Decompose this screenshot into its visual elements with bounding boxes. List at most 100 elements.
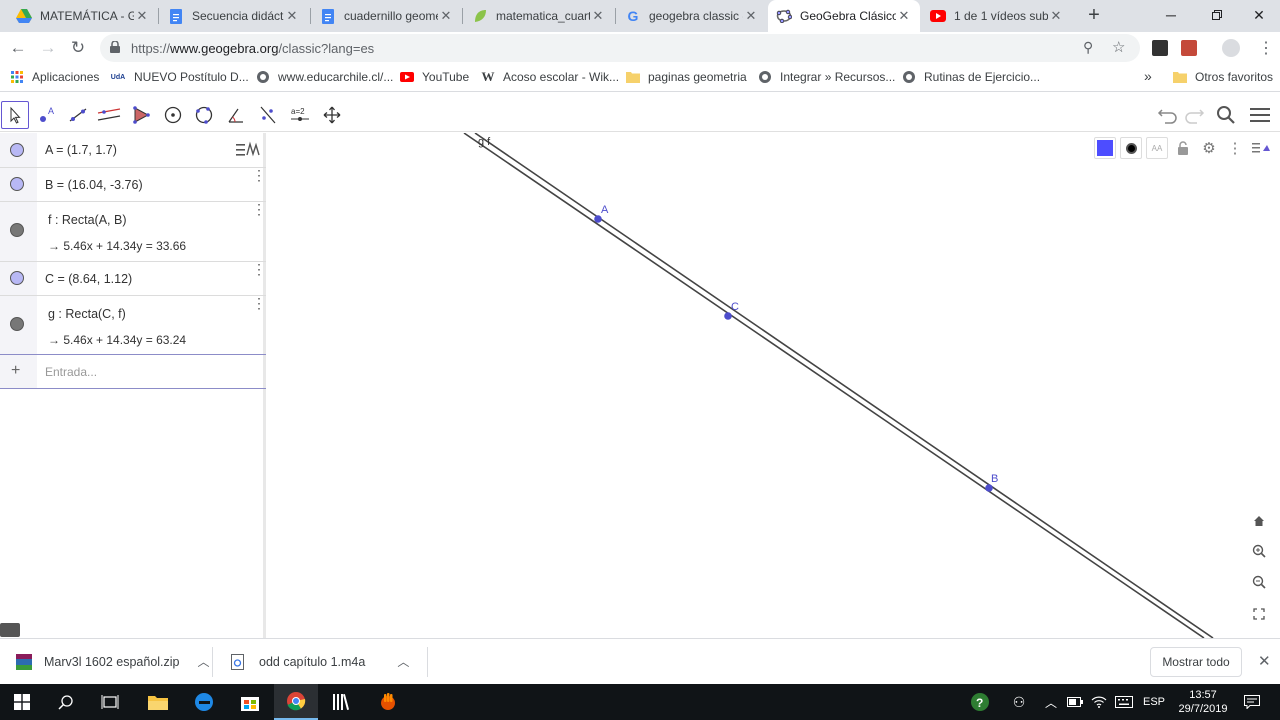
language-indicator[interactable]: ESP [1138,684,1170,720]
help-icon[interactable]: ? [968,684,992,720]
close-icon[interactable]: ✕ [743,8,759,24]
line-f[interactable] [463,133,1205,638]
battery-icon[interactable] [1064,684,1086,720]
close-icon[interactable]: ✕ [438,8,454,24]
chevron-up-icon[interactable]: ︿ [198,653,210,670]
point-tool-button[interactable]: A [33,101,61,129]
restore-icon[interactable] [1194,0,1240,30]
bookmark-folder-geometria[interactable]: paginas geometria [626,70,747,84]
window-close-icon[interactable]: ✕ [1236,0,1280,30]
redo-button[interactable] [1180,101,1208,129]
task-view-icon[interactable] [88,684,132,720]
more-options-icon[interactable]: ⋮ [252,262,266,276]
edge-browser-icon[interactable] [182,684,226,720]
download-item-m4a[interactable]: odd capítulo 1.m4a ︿ [231,653,409,670]
visibility-toggle[interactable] [10,271,24,285]
people-icon[interactable]: ⚇ [1008,684,1030,720]
zoom-in-icon[interactable] [1247,539,1271,563]
bookmark-youtube[interactable]: YouTube [400,70,469,84]
graphics-view[interactable]: A C B g f AA ⚙ ⋮ [269,133,1280,638]
reload-icon[interactable]: ↻ [64,36,92,60]
zoom-icon[interactable]: ⚲ [1083,39,1093,56]
graphics-canvas[interactable]: A C B g f [269,133,1280,638]
algebra-row-g[interactable]: g : Recta(C, f) → 5.46x + 14.34y = 63.24… [0,296,266,355]
bookmark-star-icon[interactable]: ☆ [1112,38,1125,56]
search-icon[interactable] [44,684,88,720]
chrome-icon[interactable] [274,684,318,720]
store-icon[interactable] [228,684,272,720]
more-options-icon[interactable]: ⋮ [252,296,266,310]
point-B[interactable] [985,484,993,492]
algebra-sort-icon[interactable] [236,141,260,162]
point-A[interactable] [594,215,602,223]
more-options-icon[interactable]: ⋮ [1224,137,1246,159]
search-button[interactable] [1212,101,1240,129]
tab-cuadernillo[interactable]: cuadernillo geometría ✕ [312,0,462,32]
algebra-row-B[interactable]: B = (16.04, -3.76) ⋮ [0,168,266,202]
visibility-toggle[interactable] [10,177,24,191]
close-downloads-icon[interactable]: ✕ [1258,652,1271,670]
color-button[interactable] [1094,137,1116,159]
visibility-toggle[interactable] [10,317,24,331]
back-icon[interactable]: ← [4,36,32,60]
polygon-tool-button[interactable] [127,101,155,129]
library-icon[interactable] [320,684,364,720]
fullscreen-icon[interactable] [1247,602,1271,626]
plus-icon[interactable]: + [11,362,20,380]
gear-icon[interactable]: ⚙ [1198,137,1220,159]
bookmark-otros-favoritos[interactable]: Otros favoritos [1173,70,1273,84]
close-icon[interactable]: ✕ [896,8,912,24]
bookmark-rutinas[interactable]: Rutinas de Ejercicio... [902,70,1040,84]
clock[interactable]: 13:57 29/7/2019 [1172,684,1234,720]
bookmark-integrar[interactable]: Integrar » Recursos... [758,70,895,84]
forward-icon[interactable]: → [34,36,62,60]
tab-matematica[interactable]: MATEMÁTICA - Go ✕ [8,0,158,32]
bookmark-educarchile[interactable]: www.educarchile.cl/... [256,70,393,84]
point-C[interactable] [724,312,732,320]
chevron-up-icon[interactable]: ︿ [397,653,409,670]
minimize-icon[interactable]: ─ [1148,0,1194,30]
file-explorer-icon[interactable] [136,684,180,720]
label-style-button[interactable]: AA [1146,137,1168,159]
parallel-line-tool-button[interactable] [95,101,123,129]
circle-three-points-tool-button[interactable] [190,101,218,129]
wifi-icon[interactable] [1088,684,1110,720]
lock-icon[interactable] [1172,137,1194,159]
move-view-tool-button[interactable] [318,101,346,129]
reflect-tool-button[interactable] [254,101,282,129]
algebra-row-C[interactable]: C = (8.64, 1.12) ⋮ [0,262,266,296]
algebra-row-A[interactable]: A = (1.7, 1.7) [0,133,266,168]
keyboard-icon[interactable] [0,623,20,637]
pdf-extension-icon[interactable] [1181,40,1197,56]
chevron-up-icon[interactable]: ︿ [1042,684,1060,720]
tab-geogebra-clasico[interactable]: GeoGebra Clásico ✕ [768,0,920,32]
tab-secuencia[interactable]: Secuencia didáctica ✕ [160,0,308,32]
bookmark-wikipedia[interactable]: W Acoso escolar - Wik... [481,69,620,84]
keyboard-layout-icon[interactable] [1112,684,1136,720]
tab-youtube[interactable]: 1 de 1 vídeos subidos ✕ [922,0,1072,32]
show-all-downloads-button[interactable]: Mostrar todo [1150,647,1242,677]
close-icon[interactable]: ✕ [284,8,300,24]
notifications-icon[interactable] [1238,684,1266,720]
address-bar[interactable]: https://www.geogebra.org/classic?lang=es… [100,34,1140,62]
more-options-icon[interactable]: ⋮ [252,168,266,182]
home-icon[interactable] [1247,509,1271,533]
avatar[interactable] [1222,39,1240,57]
line-g[interactable] [474,133,1214,638]
close-icon[interactable]: ✕ [134,8,150,24]
move-tool-button[interactable] [1,101,29,129]
point-style-button[interactable] [1120,137,1142,159]
angle-tool-button[interactable] [222,101,250,129]
more-options-icon[interactable]: ⋮ [252,202,266,216]
line-tool-button[interactable] [64,101,92,129]
tab-geogebra-search[interactable]: G geogebra classic - ✕ [617,0,767,32]
bookmarks-overflow-button[interactable]: » [1144,68,1152,84]
close-icon[interactable]: ✕ [590,8,606,24]
slider-tool-button[interactable]: a=2 [286,101,314,129]
flow-extension-icon[interactable] [1152,40,1168,56]
windows-start-icon[interactable] [0,684,44,720]
tab-matematica-cuarto[interactable]: matematica_cuarto ✕ [464,0,614,32]
zoom-out-icon[interactable] [1247,570,1271,594]
download-item-zip[interactable]: Marv3l 1602 español.zip ︿ [16,653,210,670]
visibility-toggle[interactable] [10,223,24,237]
